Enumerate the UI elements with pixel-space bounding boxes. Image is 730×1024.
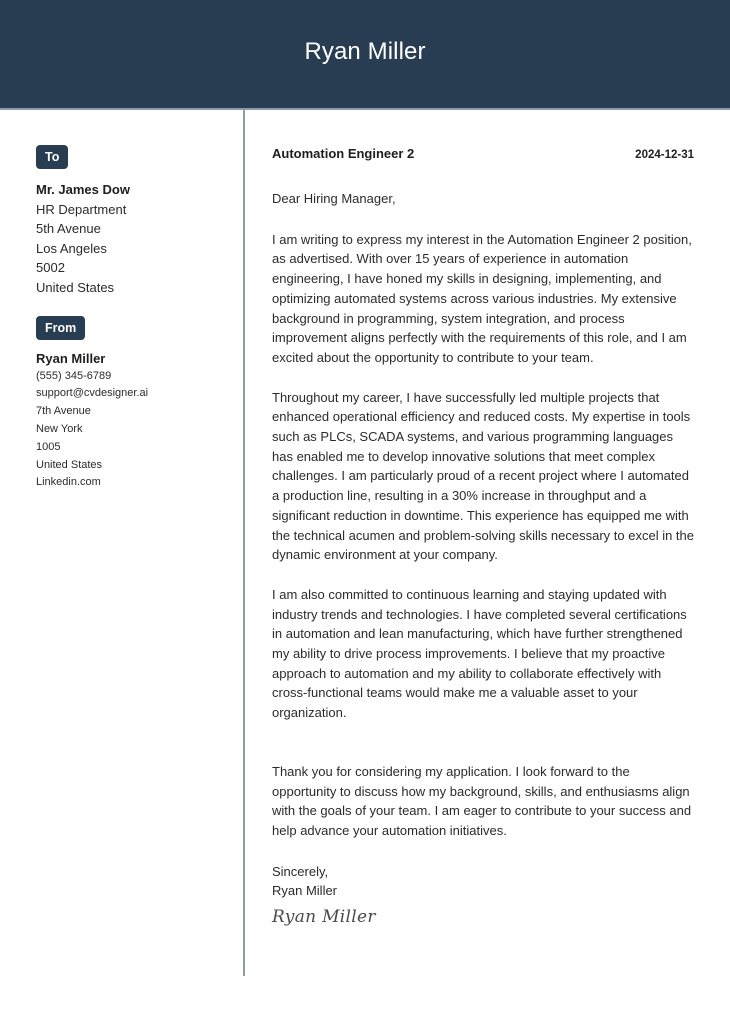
recipient-name: Mr. James Dow (36, 182, 130, 197)
job-title: Automation Engineer 2 (272, 146, 415, 161)
sender-phone: (555) 345-6789 (36, 369, 112, 382)
closing-name: Ryan Miller (272, 883, 338, 899)
signature: Ryan Miller (272, 907, 376, 928)
sender-block: Ryan Miller (555) 345-6789 support@cvdes… (36, 349, 236, 493)
sidebar: To Mr. James Dow HR Department 5th Avenu… (36, 145, 236, 492)
letter-title-row: Automation Engineer 2 2024-12-31 (272, 146, 694, 161)
letter-date: 2024-12-31 (635, 149, 694, 161)
letter-body: Automation Engineer 2 2024-12-31 Dear Hi… (272, 146, 694, 927)
sender-city: New York (36, 422, 83, 435)
sender-email: support@cvdesigner.ai (36, 387, 149, 400)
to-badge: To (36, 145, 69, 169)
sender-name: Ryan Miller (36, 350, 106, 366)
paragraph-experience: Throughout my career, I have successfull… (272, 389, 694, 563)
recipient-city: Los Angeles (36, 240, 107, 256)
paragraph-intro: I am writing to express my interest in t… (272, 231, 692, 365)
recipient-country: United States (36, 279, 115, 295)
paragraph-closing: Thank you for considering my application… (272, 763, 692, 838)
paragraph-learning: I am also committed to continuous learni… (272, 586, 687, 721)
salutation: Dear Hiring Manager, (272, 191, 396, 206)
applicant-name-heading: Ryan Miller (304, 38, 426, 65)
recipient-block: Mr. James Dow HR Department 5th Avenue L… (36, 180, 236, 298)
sender-linkedin: Linkedin.com (36, 476, 101, 489)
recipient-street: 5th Avenue (36, 221, 101, 237)
closing-phrase: Sincerely, (272, 863, 329, 879)
sender-country: United States (36, 458, 103, 471)
column-divider (243, 110, 245, 976)
header-banner: Ryan Miller (0, 0, 730, 110)
recipient-department: HR Department (36, 201, 127, 217)
sender-postal-code: 1005 (36, 440, 61, 453)
closing-block: Sincerely, Ryan Miller (272, 862, 694, 901)
recipient-postal-code: 5002 (36, 260, 65, 276)
from-badge: From (36, 315, 86, 340)
sender-street: 7th Avenue (36, 405, 91, 418)
